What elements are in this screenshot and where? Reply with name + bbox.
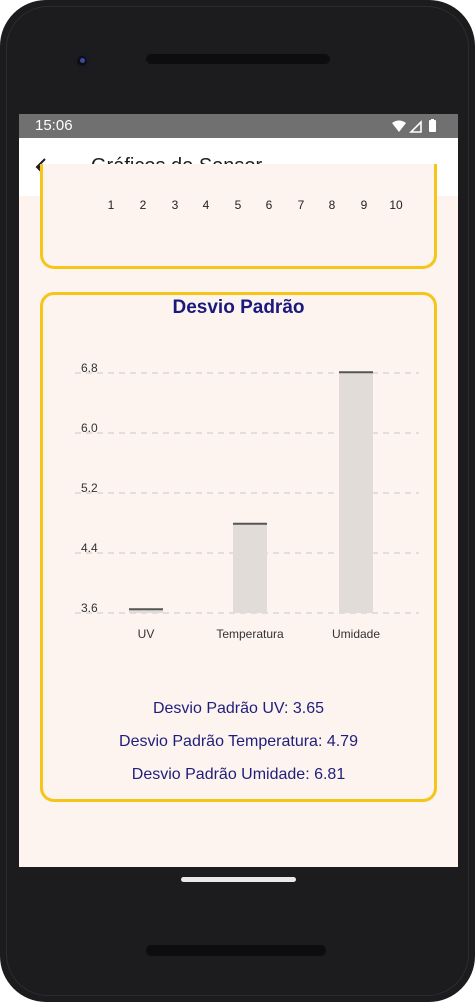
x-category-label: Temperatura — [216, 627, 284, 641]
x-tick: 1 — [107, 198, 115, 212]
x-tick: 6 — [265, 198, 273, 212]
previous-chart-x-ticks: 1 2 3 4 5 6 7 8 9 10 — [19, 198, 458, 218]
y-tick-label: 4.4 — [81, 541, 98, 555]
std-dev-uv-text: Desvio Padrão UV: 3.65 — [152, 700, 325, 717]
std-dev-temperature-text: Desvio Padrão Temperatura: 4.79 — [119, 733, 358, 750]
std-dev-title: Desvio Padrão — [172, 297, 305, 318]
wifi-icon — [392, 120, 406, 132]
front-camera — [74, 53, 90, 69]
bar-umidade — [339, 372, 373, 613]
x-category-label: UV — [138, 627, 155, 641]
phone-frame: 15:06 Gráficos de Sensor 1 2 3 4 5 6 7 8 — [0, 0, 475, 1002]
x-tick: 2 — [139, 198, 147, 212]
x-tick: 7 — [297, 198, 305, 212]
battery-icon — [429, 120, 436, 132]
y-tick-label: 6.8 — [81, 361, 98, 375]
x-category-label: Umidade — [332, 627, 380, 641]
x-tick: 8 — [328, 198, 336, 212]
x-tick: 3 — [171, 198, 179, 212]
x-tick: 10 — [389, 198, 403, 212]
bar-temperatura — [233, 523, 267, 613]
status-time: 15:06 — [35, 117, 73, 134]
gesture-nav-handle[interactable] — [181, 877, 296, 882]
status-bar: 15:06 — [19, 114, 458, 138]
status-icons — [392, 119, 436, 133]
x-tick: 5 — [234, 198, 242, 212]
std-dev-bar-chart: 3.6 4.4 5.2 6.0 6.8 UV Temperatura Umidade — [75, 361, 419, 641]
x-tick: 4 — [202, 198, 210, 212]
x-tick: 9 — [360, 198, 368, 212]
y-tick-label: 6.0 — [81, 421, 98, 435]
earpiece-speaker — [146, 54, 330, 64]
y-tick-label: 5.2 — [81, 481, 98, 495]
screen: 15:06 Gráficos de Sensor 1 2 3 4 5 6 7 8 — [19, 114, 458, 867]
std-dev-humidity-text: Desvio Padrão Umidade: 6.81 — [131, 766, 346, 783]
y-tick-label: 3.6 — [81, 601, 98, 615]
signal-icon — [409, 120, 422, 133]
bottom-speaker — [146, 945, 326, 956]
